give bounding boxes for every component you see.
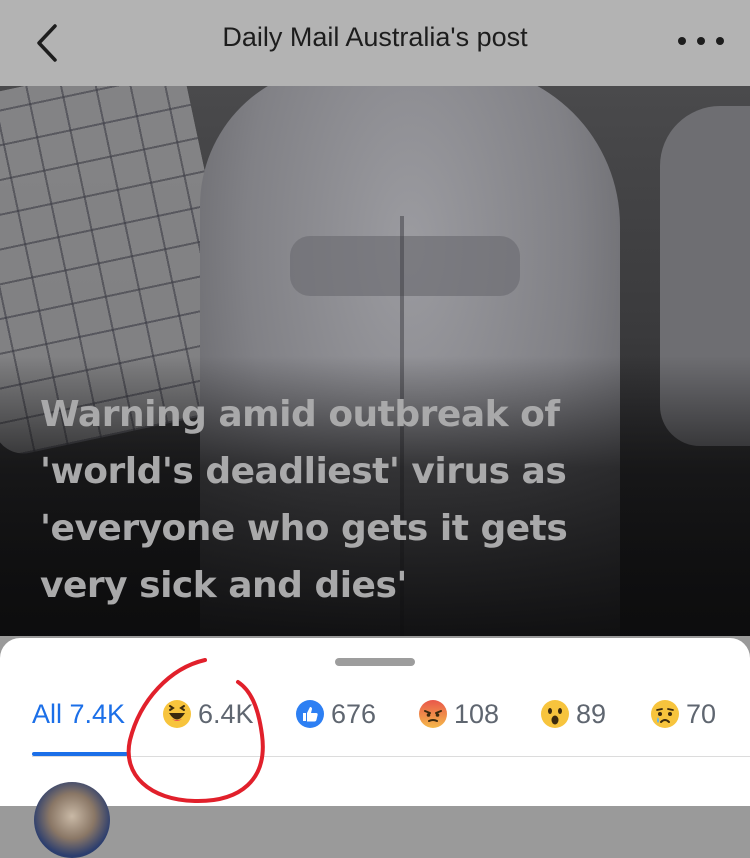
headline-line: 'everyone who gets it gets [40, 508, 568, 549]
tab-angry[interactable]: 108 [418, 694, 499, 734]
tab-count: 676 [331, 698, 377, 729]
like-icon [296, 700, 324, 728]
headline-line: Warning amid outbreak of [40, 394, 560, 435]
tab-count: 6.4K [198, 698, 254, 729]
haha-emoji-icon [163, 700, 191, 728]
reactions-sheet: All 7.4K 6.4K 676 108 89 70 [0, 638, 750, 858]
tab-label: All 7.4K [32, 698, 126, 729]
sad-emoji-icon [651, 700, 679, 728]
avatar[interactable] [34, 782, 110, 858]
top-bar: Daily Mail Australia's post [0, 0, 750, 86]
page-title: Daily Mail Australia's post [222, 22, 528, 52]
angry-emoji-icon [419, 700, 447, 728]
post-headline: Warning amid outbreak of 'world's deadli… [40, 386, 720, 614]
more-button[interactable] [678, 26, 724, 56]
tab-sad[interactable]: 70 [650, 694, 716, 734]
wow-emoji-icon [541, 700, 569, 728]
tab-haha[interactable]: 6.4K [162, 694, 254, 734]
tab-count: 108 [454, 698, 500, 729]
tab-wow[interactable]: 89 [540, 694, 606, 734]
tab-all[interactable]: All 7.4K [32, 694, 125, 734]
reaction-tabs: All 7.4K 6.4K 676 108 89 70 [0, 694, 750, 734]
ellipsis-icon [678, 37, 686, 45]
tab-like[interactable]: 676 [295, 694, 376, 734]
tab-count: 89 [576, 698, 607, 729]
headline-line: very sick and dies' [40, 565, 407, 606]
post-image[interactable]: Warning amid outbreak of 'world's deadli… [0, 86, 750, 636]
headline-line: 'world's deadliest' virus as [40, 451, 567, 492]
tab-count: 70 [686, 698, 717, 729]
drag-handle[interactable] [335, 658, 415, 666]
divider [32, 756, 750, 757]
